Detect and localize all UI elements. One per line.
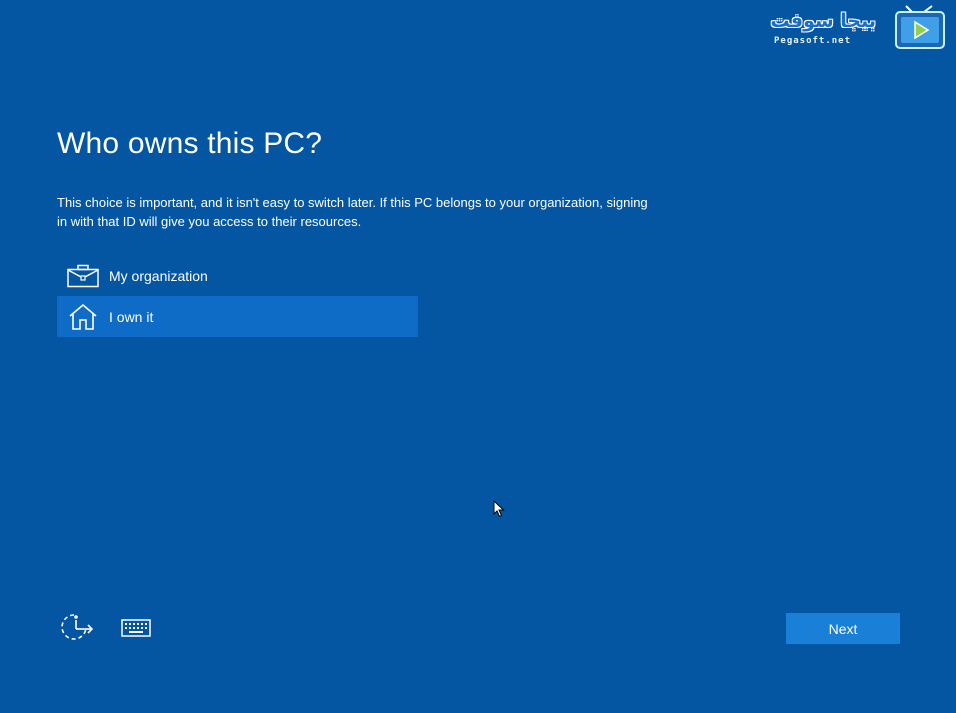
- option-i-own-it[interactable]: I own it: [57, 296, 418, 337]
- watermark-arabic-text: بيجا سوفت: [770, 10, 876, 32]
- page-title: Who owns this PC?: [57, 127, 323, 160]
- ease-of-access-icon: [61, 614, 94, 640]
- ease-of-access-button[interactable]: [60, 611, 96, 645]
- watermark-logo: بيجا سوفت Pegasoft.net: [762, 4, 948, 52]
- option-my-organization[interactable]: My organization: [57, 255, 418, 296]
- tv-play-icon: [895, 5, 945, 49]
- watermark-site-text: Pegasoft.net: [774, 36, 852, 46]
- keyboard-icon: [121, 619, 151, 637]
- option-label: I own it: [109, 308, 154, 325]
- option-label: My organization: [109, 267, 208, 284]
- page-description: This choice is important, and it isn't e…: [57, 195, 648, 229]
- mouse-pointer-icon: [493, 500, 505, 518]
- home-icon: [57, 296, 109, 337]
- briefcase-icon: [57, 255, 109, 296]
- ownership-options-list: My organization I own it: [57, 255, 418, 337]
- next-button[interactable]: Next: [786, 613, 900, 644]
- keyboard-button[interactable]: [118, 614, 154, 642]
